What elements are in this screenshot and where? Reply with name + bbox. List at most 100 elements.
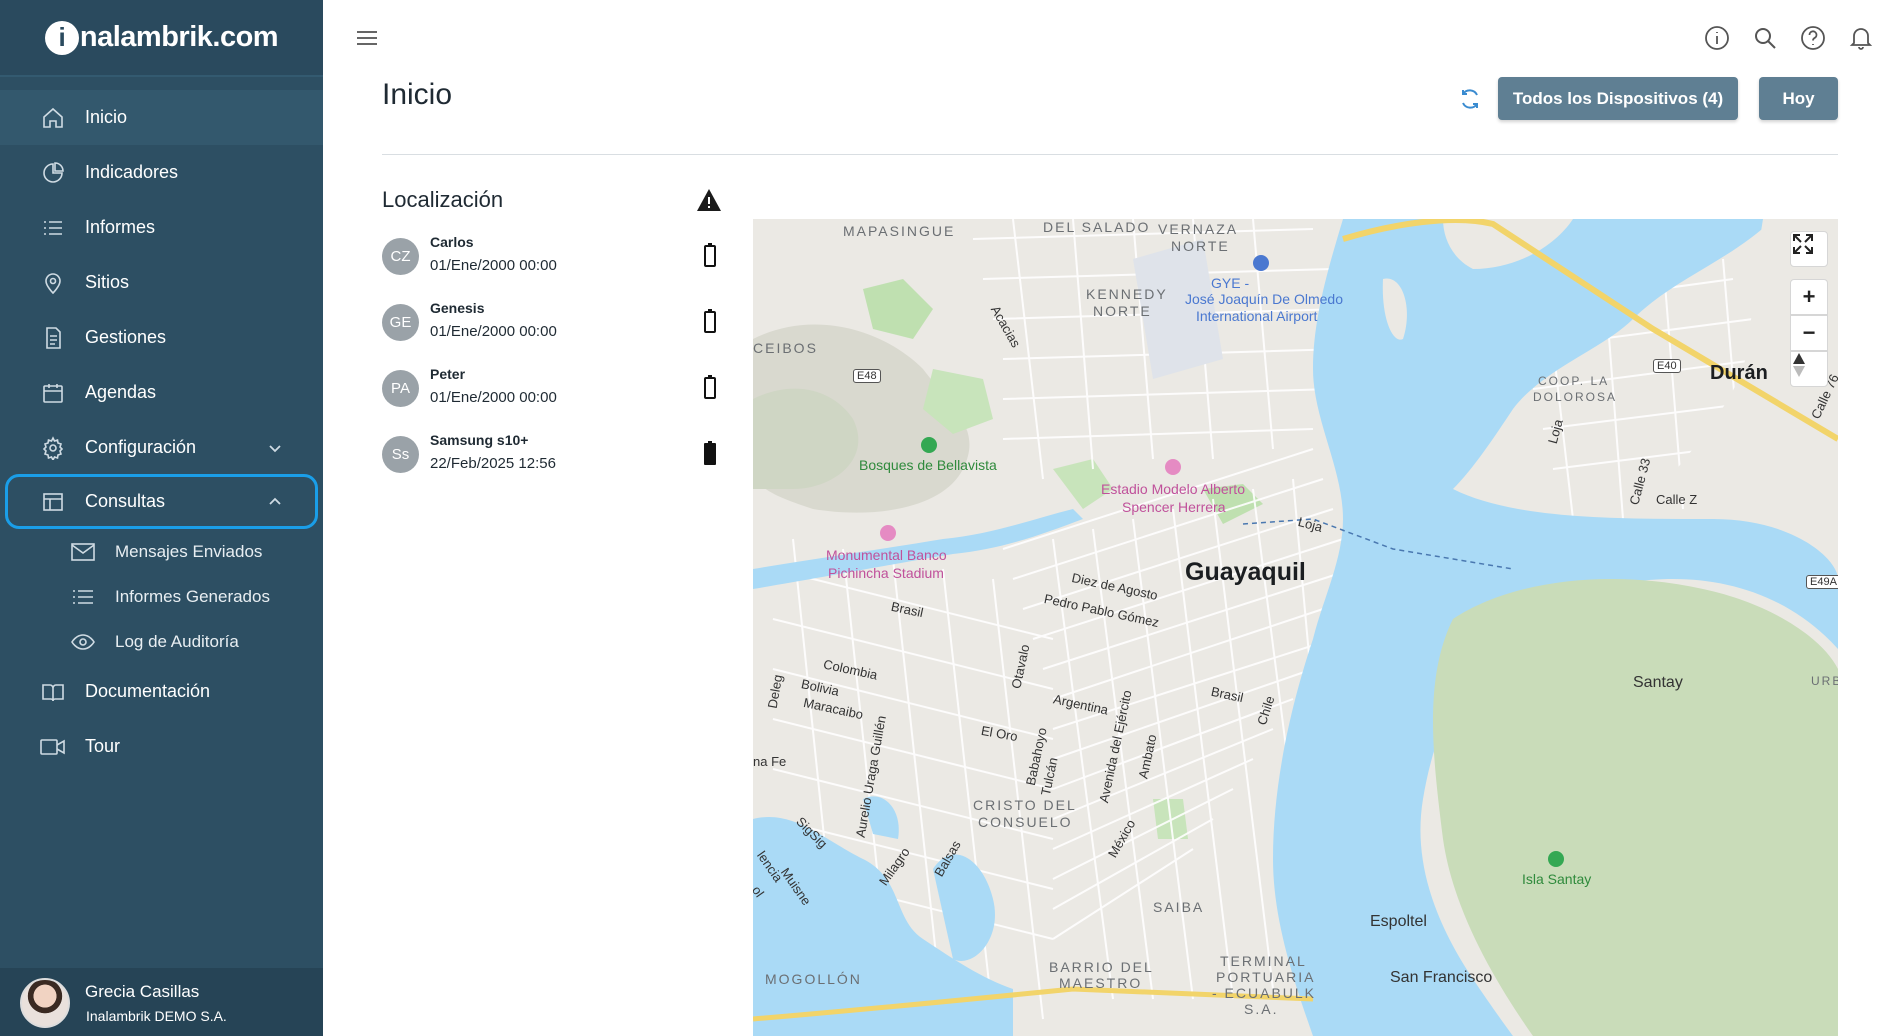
chevron-down-icon xyxy=(269,444,281,452)
map-label: Bosques de Bellavista xyxy=(859,457,997,473)
sidebar-item-documentacion[interactable]: Documentación xyxy=(0,664,323,719)
sidebar-item-sitios[interactable]: Sitios xyxy=(0,255,323,310)
all-devices-button[interactable]: Todos los Dispositivos (4) xyxy=(1498,77,1738,120)
avatar: GE xyxy=(382,304,419,341)
device-date: 01/Ene/2000 00:00 xyxy=(430,257,557,274)
battery-empty-icon xyxy=(704,375,716,399)
refresh-icon[interactable] xyxy=(1457,86,1483,112)
map-label: Espoltel xyxy=(1370,913,1427,930)
bell-icon[interactable] xyxy=(1847,24,1875,52)
sidebar-item-label: Documentación xyxy=(85,681,211,701)
app-logo[interactable]: i nalambrik.com xyxy=(0,0,323,75)
map-label: KENNEDY xyxy=(1086,286,1168,302)
map-label: Estadio Modelo Alberto xyxy=(1101,481,1245,497)
help-icon[interactable] xyxy=(1799,24,1827,52)
map-label: PORTUARIA xyxy=(1216,969,1316,985)
location-title: Localización xyxy=(382,187,504,212)
battery-full-icon xyxy=(704,441,716,465)
mail-icon xyxy=(70,541,96,563)
sidebar-item-indicadores[interactable]: Indicadores xyxy=(0,145,323,200)
device-list-item[interactable]: CZ Carlos 01/Ene/2000 00:00 xyxy=(382,230,732,284)
sidebar-item-label: Inicio xyxy=(85,107,128,127)
device-list-item[interactable]: Ss Samsung s10+ 22/Feb/2025 12:56 xyxy=(382,428,732,482)
warning-icon[interactable] xyxy=(696,188,722,212)
sidebar-subitem-informes-generados[interactable]: Informes Generados xyxy=(0,574,323,619)
map-label: CEIBOS xyxy=(753,340,818,356)
sidebar-subitem-label: Mensajes Enviados xyxy=(115,541,263,561)
avatar xyxy=(20,978,70,1028)
device-list-item[interactable]: GE Genesis 01/Ene/2000 00:00 xyxy=(382,296,732,350)
hamburger-menu-icon[interactable] xyxy=(355,28,379,48)
sidebar-item-agendas[interactable]: Agendas xyxy=(0,365,323,420)
app-root: i nalambrik.com Inicio Indicadores Inform… xyxy=(0,0,1892,1036)
search-icon[interactable] xyxy=(1751,24,1779,52)
eye-icon xyxy=(70,631,96,653)
document-icon xyxy=(40,325,66,351)
compass-icon xyxy=(1793,353,1805,377)
calendar-icon xyxy=(40,380,66,406)
battery-empty-icon xyxy=(704,309,716,333)
sidebar-subitem-mensajes[interactable]: Mensajes Enviados xyxy=(0,529,323,574)
sidebar-item-label: Informes xyxy=(85,217,156,237)
device-name: Genesis xyxy=(430,300,485,316)
sidebar-item-tour[interactable]: Tour xyxy=(0,719,323,774)
fullscreen-button[interactable] xyxy=(1790,231,1828,267)
map-label: Pichincha Stadium xyxy=(828,565,944,581)
device-list-item[interactable]: PA Peter 01/Ene/2000 00:00 xyxy=(382,362,732,416)
map-label: San Francisco xyxy=(1390,969,1493,986)
video-icon xyxy=(40,734,66,760)
home-icon xyxy=(40,105,66,131)
today-button[interactable]: Hoy xyxy=(1759,77,1838,120)
map-label: MAPASINGUE xyxy=(843,223,956,239)
map-label: MAESTRO xyxy=(1059,975,1143,991)
zoom-out-button[interactable]: − xyxy=(1790,315,1828,351)
divider xyxy=(0,75,323,77)
device-date: 01/Ene/2000 00:00 xyxy=(430,389,557,406)
map-label: International Airport xyxy=(1196,308,1318,324)
map-label: DOLOROSA xyxy=(1533,390,1618,404)
pie-chart-icon xyxy=(40,160,66,186)
list-icon xyxy=(70,586,96,608)
gear-icon xyxy=(40,435,66,461)
location-pin-icon xyxy=(40,270,66,296)
map-label: Calle Z xyxy=(1656,492,1698,507)
map-label: Spencer Herrera xyxy=(1122,499,1226,515)
sidebar-item-label: Sitios xyxy=(85,272,130,292)
sidebar-subitem-label: Informes Generados xyxy=(115,586,270,606)
sidebar-item-inicio[interactable]: Inicio xyxy=(0,90,323,145)
map-label: CONSUELO xyxy=(978,814,1073,830)
map-label: - ECUABULK xyxy=(1212,985,1317,1001)
battery-empty-icon xyxy=(704,243,716,267)
book-icon xyxy=(40,679,66,705)
user-profile[interactable]: Grecia Casillas Inalambrik DEMO S.A. xyxy=(0,968,323,1036)
map-label: URB xyxy=(1811,674,1838,688)
sidebar-item-label: Tour xyxy=(85,736,121,756)
sidebar-subitem-label: Log de Auditoría xyxy=(115,631,239,651)
sidebar-item-gestiones[interactable]: Gestiones xyxy=(0,310,323,365)
map[interactable]: MAPASINGUE DEL SALADO VERNAZA NORTE KENN… xyxy=(753,219,1838,1036)
map-label: Monumental Banco xyxy=(826,547,947,563)
avatar: Ss xyxy=(382,436,419,473)
map-label: NORTE xyxy=(1171,238,1230,254)
compass-button[interactable] xyxy=(1790,351,1828,387)
map-label: COOP. LA xyxy=(1538,374,1610,388)
focus-highlight xyxy=(5,474,318,529)
avatar: PA xyxy=(382,370,419,407)
sidebar-item-label: Configuración xyxy=(85,437,197,457)
sidebar-item-label: Agendas xyxy=(85,382,157,402)
map-label: DEL SALADO xyxy=(1043,219,1151,235)
zoom-in-button[interactable]: + xyxy=(1790,279,1828,315)
sidebar-subitem-log-auditoria[interactable]: Log de Auditoría xyxy=(0,619,323,664)
sidebar-item-label: Indicadores xyxy=(85,162,179,182)
info-icon[interactable] xyxy=(1703,24,1731,52)
map-label: E49A xyxy=(1806,575,1838,589)
avatar: CZ xyxy=(382,238,419,275)
map-label: E48 xyxy=(853,369,881,383)
sidebar-item-configuracion[interactable]: Configuración xyxy=(0,420,323,475)
sidebar-item-informes[interactable]: Informes xyxy=(0,200,323,255)
divider xyxy=(382,154,1838,155)
map-label: CRISTO DEL xyxy=(973,797,1077,813)
device-name: Carlos xyxy=(430,234,474,250)
device-name: Samsung s10+ xyxy=(430,432,529,448)
map-label: Isla Santay xyxy=(1522,871,1592,887)
